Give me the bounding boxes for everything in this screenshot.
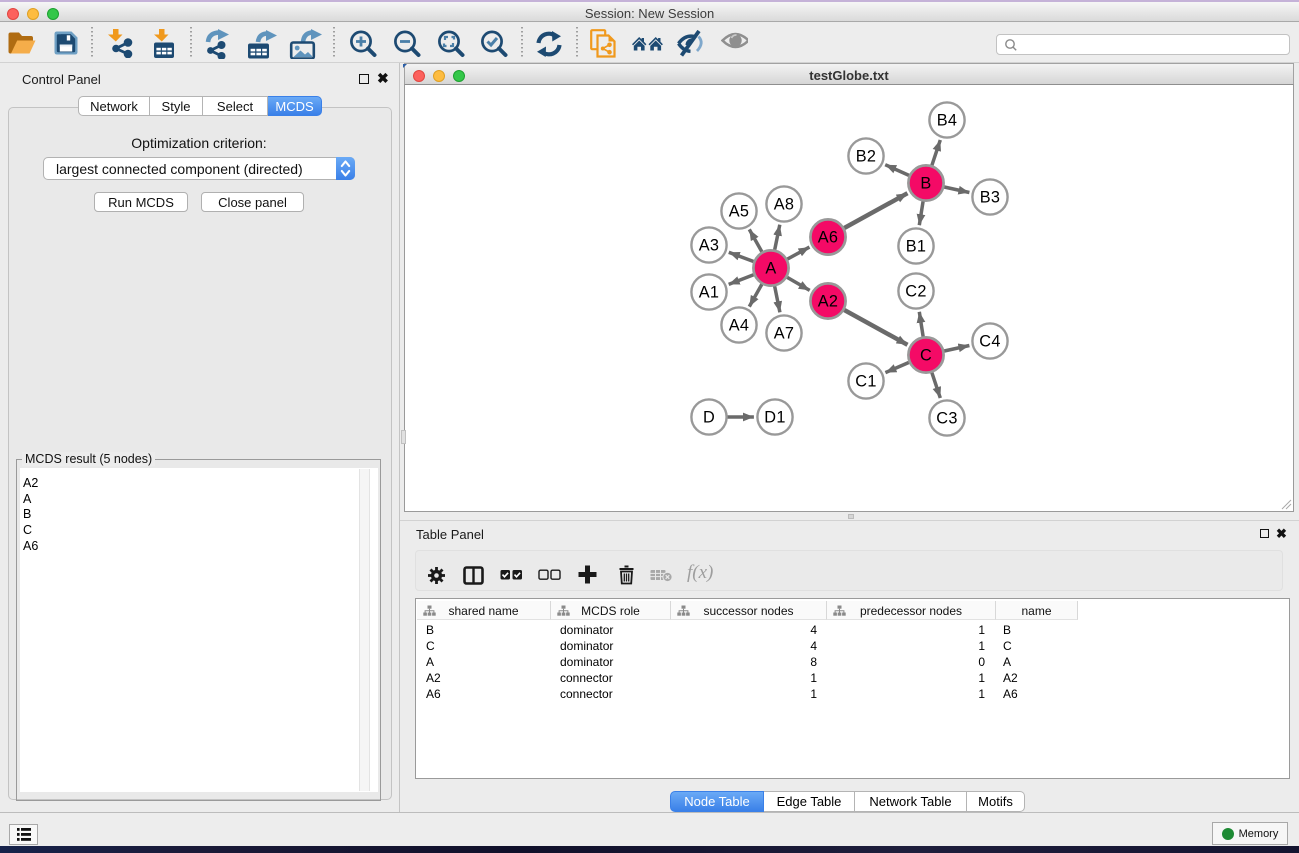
svg-text:C3: C3 (936, 410, 957, 428)
svg-text:A3: A3 (699, 237, 720, 255)
svg-text:A2: A2 (818, 293, 839, 311)
svg-text:A5: A5 (729, 203, 750, 221)
svg-text:B3: B3 (980, 189, 1001, 207)
svg-text:C2: C2 (905, 283, 926, 301)
svg-text:D1: D1 (764, 409, 785, 427)
svg-text:B1: B1 (906, 238, 927, 256)
svg-text:A7: A7 (774, 325, 795, 343)
svg-text:D: D (703, 409, 715, 427)
svg-text:C1: C1 (855, 373, 876, 391)
svg-text:C4: C4 (979, 333, 1000, 351)
svg-text:B: B (920, 175, 931, 193)
svg-text:B2: B2 (856, 148, 877, 166)
svg-text:B4: B4 (937, 112, 958, 130)
svg-text:C: C (920, 347, 932, 365)
svg-text:A4: A4 (729, 317, 750, 335)
svg-text:A8: A8 (774, 196, 795, 214)
svg-text:A6: A6 (818, 229, 839, 247)
svg-text:A1: A1 (699, 284, 720, 302)
svg-text:A: A (765, 260, 776, 278)
